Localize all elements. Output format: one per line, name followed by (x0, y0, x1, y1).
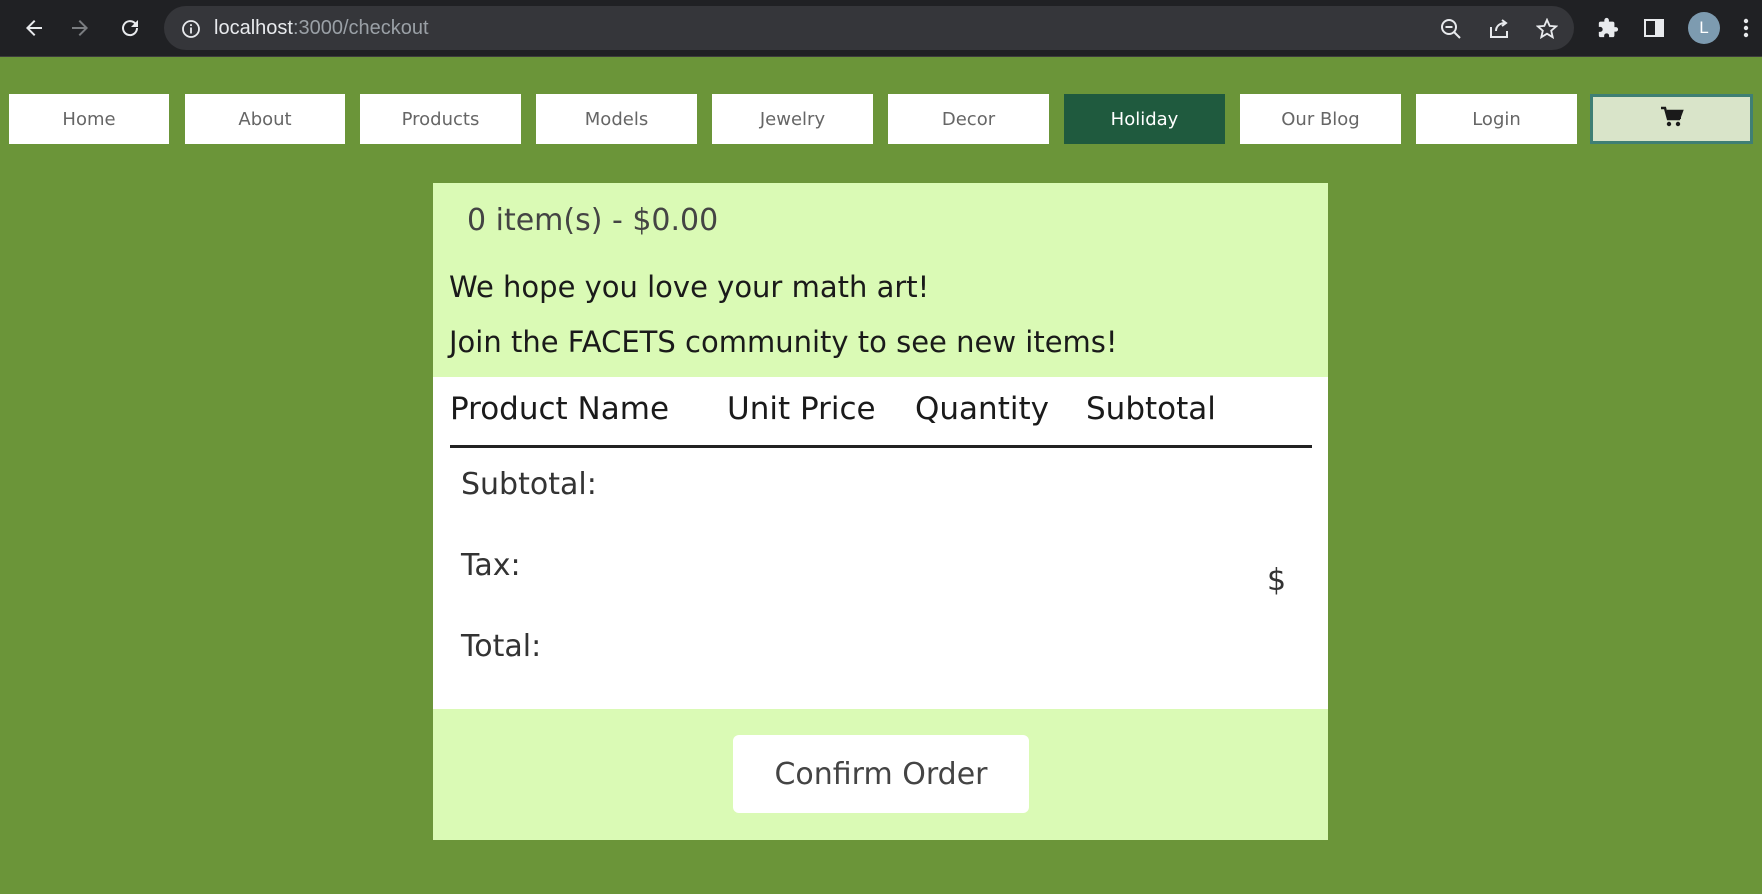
subtotal-label: Subtotal: (461, 467, 597, 502)
checkout-panel: 0 item(s) - $0.00 We hope you love your … (433, 183, 1328, 840)
column-quantity: Quantity (915, 391, 1049, 427)
thank-you-message: We hope you love your math art! (449, 270, 930, 304)
url-text[interactable]: localhost:3000/checkout (214, 17, 429, 40)
avatar-letter: L (1699, 18, 1709, 37)
nav-item-cart[interactable] (1590, 94, 1753, 144)
nav-item-about[interactable]: About (185, 94, 345, 144)
cart-summary: 0 item(s) - $0.00 (467, 203, 719, 238)
table-header: Product Name Unit Price Quantity Subtota… (450, 391, 1312, 448)
nav-item-home[interactable]: Home (9, 94, 169, 144)
browser-toolbar: localhost:3000/checkout L (0, 0, 1762, 57)
side-panel-icon[interactable] (1638, 12, 1670, 44)
nav-item-our-blog[interactable]: Our Blog (1240, 94, 1401, 144)
back-icon[interactable] (16, 10, 52, 46)
menu-icon[interactable] (1736, 12, 1756, 44)
share-icon[interactable] (1486, 16, 1512, 42)
nav-item-holiday[interactable]: Holiday (1064, 94, 1225, 144)
forward-icon[interactable] (62, 10, 98, 46)
reload-icon[interactable] (112, 10, 148, 46)
order-table: Product Name Unit Price Quantity Subtota… (433, 377, 1328, 709)
column-unit-price: Unit Price (727, 391, 876, 427)
confirm-order-button[interactable]: Confirm Order (733, 735, 1029, 813)
currency-symbol: $ (1267, 563, 1287, 598)
nav-item-jewelry[interactable]: Jewelry (712, 94, 873, 144)
extensions-icon[interactable] (1592, 12, 1624, 44)
avatar[interactable]: L (1688, 12, 1720, 44)
nav-item-models[interactable]: Models (536, 94, 697, 144)
cart-icon (1660, 106, 1684, 133)
tax-label: Tax: (461, 548, 521, 583)
info-icon[interactable] (178, 16, 204, 42)
nav-item-decor[interactable]: Decor (888, 94, 1049, 144)
total-label: Total: (461, 629, 542, 664)
nav-item-login[interactable]: Login (1416, 94, 1577, 144)
nav-item-products[interactable]: Products (360, 94, 521, 144)
zoom-out-icon[interactable] (1438, 16, 1464, 42)
column-product-name: Product Name (450, 391, 670, 427)
star-icon[interactable] (1534, 16, 1560, 42)
community-message: Join the FACETS community to see new ite… (449, 325, 1118, 359)
address-bar[interactable]: localhost:3000/checkout (164, 6, 1574, 50)
column-subtotal: Subtotal (1086, 391, 1216, 427)
site-nav: Home About Products Models Jewelry Decor… (0, 94, 1762, 144)
